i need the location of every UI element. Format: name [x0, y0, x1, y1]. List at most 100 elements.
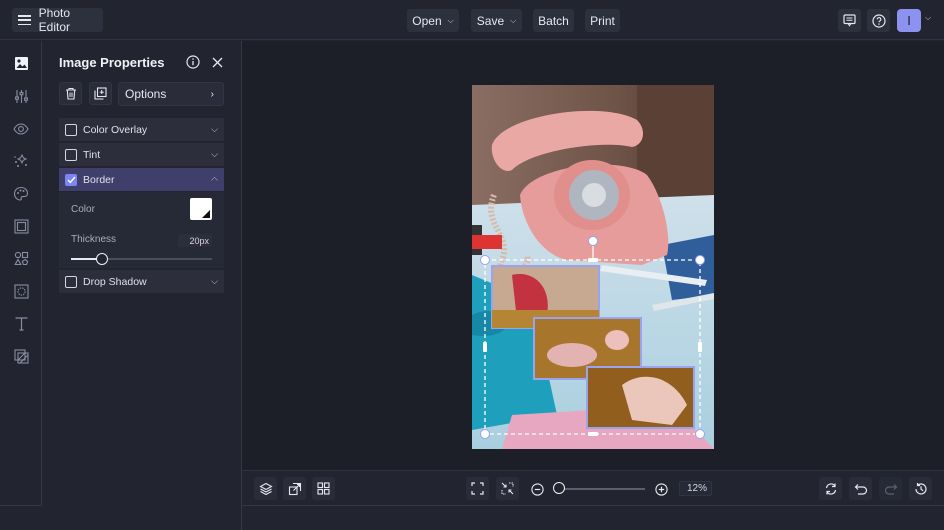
rail-item-textures[interactable] [12, 347, 30, 365]
actual-size-button[interactable] [496, 477, 519, 500]
overlay-icon [13, 283, 29, 299]
rail-item-graphics[interactable] [12, 249, 30, 267]
layers-icon [258, 482, 273, 495]
close-icon [212, 57, 222, 67]
photo-canvas[interactable] [472, 85, 714, 449]
chevron-down-icon: ⌵ [211, 124, 218, 134]
tint-label: Tint [83, 148, 101, 161]
history-button[interactable] [909, 477, 932, 500]
zoom-out-button[interactable] [530, 482, 544, 496]
fullscreen-icon [471, 482, 484, 495]
section-tint[interactable]: Tint ⌵ [59, 143, 224, 166]
rail-item-adjustments[interactable] [12, 87, 30, 105]
feedback-icon [843, 14, 856, 27]
border-label: Border [83, 173, 115, 186]
feedback-button[interactable] [838, 9, 861, 32]
drop-shadow-label: Drop Shadow [83, 275, 147, 288]
zoom-out-icon [530, 482, 544, 496]
info-button[interactable] [185, 54, 201, 70]
hamburger-icon [18, 15, 31, 25]
batch-label: Batch [538, 13, 569, 28]
redo-icon [884, 483, 897, 495]
reset-button[interactable] [819, 477, 842, 500]
border-color-swatch[interactable] [190, 198, 212, 220]
user-avatar[interactable]: I [897, 9, 921, 32]
tool-rail [0, 41, 42, 506]
slider-thumb[interactable] [96, 253, 109, 265]
bottom-toolbar: 12% [242, 470, 944, 506]
sparkle-icon [14, 153, 28, 167]
section-drop-shadow[interactable]: Drop Shadow ⌵ [59, 270, 224, 293]
duplicate-icon [94, 87, 107, 100]
sliders-icon [14, 89, 28, 103]
resize-button[interactable] [283, 477, 306, 500]
top-bar: Photo Editor Open ⌵ Save ⌵ Batch Print I ⌵ [0, 0, 944, 40]
app-title: Photo Editor [38, 6, 71, 34]
rail-item-effects[interactable] [12, 120, 30, 138]
chevron-down-icon: ⌵ [447, 15, 454, 25]
color-overlay-checkbox[interactable] [65, 123, 77, 136]
chevron-down-icon: ⌵ [211, 149, 218, 159]
undo-icon [854, 483, 867, 495]
zoom-slider-thumb[interactable] [553, 482, 565, 494]
border-color-label: Color [71, 204, 95, 215]
photo-image [472, 85, 714, 449]
palette-icon [13, 186, 29, 201]
border-thickness-value[interactable]: 20px [178, 234, 212, 247]
tint-checkbox[interactable] [65, 148, 77, 161]
drop-shadow-checkbox[interactable] [65, 275, 77, 288]
delete-button[interactable] [59, 82, 82, 105]
image-icon [14, 56, 28, 70]
close-panel-button[interactable] [209, 54, 225, 70]
text-icon [15, 316, 27, 331]
section-border[interactable]: Border ⌵ [59, 168, 224, 191]
info-icon [186, 55, 200, 69]
help-button[interactable] [867, 9, 890, 32]
zoom-slider[interactable] [553, 482, 645, 494]
rail-item-frames[interactable] [12, 217, 30, 235]
rail-item-text[interactable] [12, 314, 30, 332]
fit-to-screen-button[interactable] [466, 477, 489, 500]
undo-button[interactable] [849, 477, 872, 500]
app-menu-button[interactable]: Photo Editor [12, 6, 103, 34]
panel-title: Image Properties [59, 55, 165, 70]
zoom-value[interactable]: 12% [679, 481, 712, 496]
redo-button[interactable] [879, 477, 902, 500]
zoom-in-button[interactable] [654, 482, 668, 496]
texture-icon [13, 348, 29, 364]
shrink-icon [501, 482, 514, 495]
chevron-down-icon: ⌵ [211, 276, 218, 286]
history-icon [914, 482, 927, 495]
options-button[interactable]: Options › [118, 82, 224, 106]
account-chevron-down-icon[interactable]: ⌵ [925, 13, 931, 23]
open-button[interactable]: Open ⌵ [407, 9, 459, 32]
rail-item-artsy[interactable] [12, 185, 30, 203]
zoom-in-icon [654, 482, 668, 496]
grid-view-button[interactable] [312, 477, 335, 500]
rail-item-touch-up[interactable] [12, 152, 30, 170]
duplicate-button[interactable] [89, 82, 112, 105]
border-thickness-slider[interactable] [71, 253, 212, 265]
rail-item-overlays[interactable] [12, 282, 30, 300]
resize-icon [288, 482, 301, 495]
layers-button[interactable] [254, 477, 277, 500]
avatar-initial: I [907, 13, 911, 28]
border-checkbox[interactable] [65, 173, 77, 186]
options-label: Options [125, 87, 167, 101]
save-button[interactable]: Save ⌵ [471, 9, 522, 32]
chevron-down-icon: ⌵ [510, 15, 517, 25]
border-thickness-label: Thickness [71, 234, 117, 245]
section-color-overlay[interactable]: Color Overlay ⌵ [59, 118, 224, 141]
help-icon [871, 13, 886, 28]
checkmark-icon [66, 176, 76, 184]
print-button[interactable]: Print [585, 9, 620, 32]
grid-icon [317, 482, 330, 495]
print-label: Print [590, 13, 615, 28]
rail-item-image-properties[interactable] [12, 54, 30, 72]
refresh-icon [825, 482, 836, 495]
batch-button[interactable]: Batch [533, 9, 574, 32]
open-label: Open [412, 13, 442, 28]
border-settings: Color Thickness 20px [59, 192, 224, 268]
save-label: Save [476, 13, 505, 28]
eye-icon [13, 123, 29, 135]
